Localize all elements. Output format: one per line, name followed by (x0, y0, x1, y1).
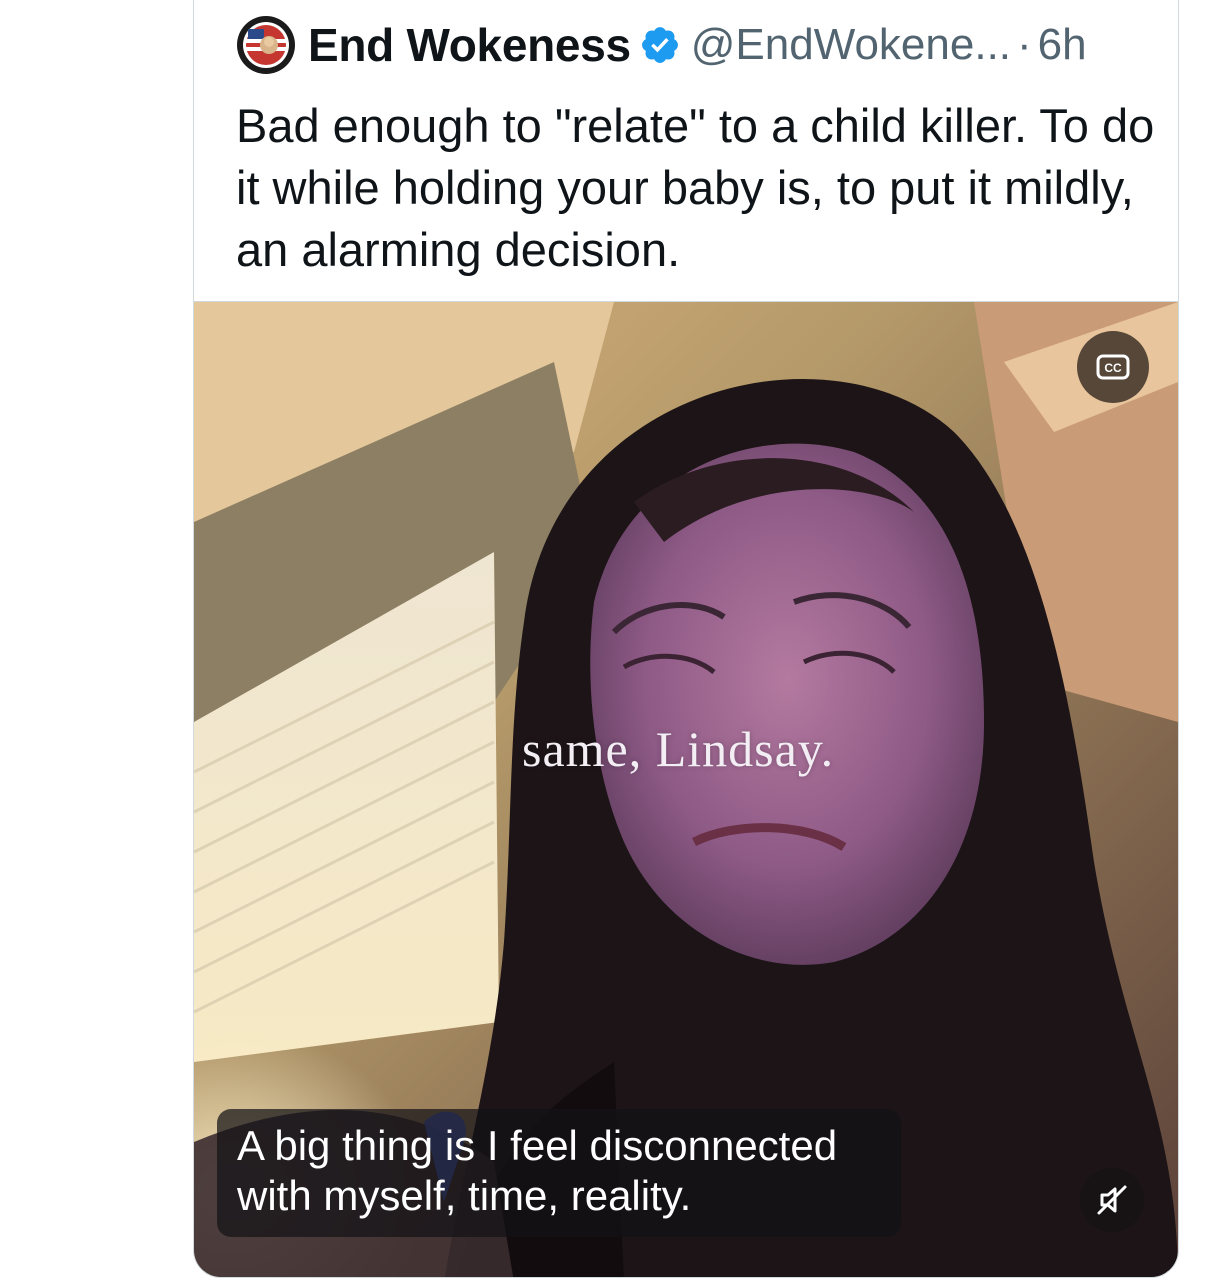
closed-captions-icon: CC (1096, 354, 1130, 380)
user-handle[interactable]: @EndWokene... (691, 20, 1011, 70)
avatar-emblem-icon (237, 16, 295, 74)
subtitle-line-2: with myself, time, reality. (237, 1172, 692, 1219)
timestamp[interactable]: 6h (1038, 20, 1087, 70)
display-name[interactable]: End Wokeness (308, 18, 631, 72)
separator-dot: · (1017, 20, 1032, 69)
tweet-text: Bad enough to "relate" to a child killer… (236, 99, 1155, 276)
verified-badge-icon (641, 27, 678, 63)
tweet-header: End Wokeness @EndWokene... · 6h (236, 15, 1087, 75)
subtitle-line-1: A big thing is I feel disconnected (237, 1122, 838, 1169)
volume-muted-icon (1097, 1185, 1127, 1215)
video-overlay-text: same, Lindsay. (522, 721, 835, 777)
cc-label: CC (1104, 361, 1122, 375)
avatar[interactable] (236, 15, 296, 75)
captions-button[interactable]: CC (1077, 331, 1149, 403)
subtitle-box: A big thing is I feel disconnected with … (217, 1109, 901, 1237)
video-player[interactable]: same, Lindsay. CC A big thing is I feel … (194, 301, 1178, 1277)
mute-button[interactable] (1080, 1168, 1144, 1232)
tweet-card[interactable]: End Wokeness @EndWokene... · 6h Bad enou… (193, 0, 1179, 1278)
